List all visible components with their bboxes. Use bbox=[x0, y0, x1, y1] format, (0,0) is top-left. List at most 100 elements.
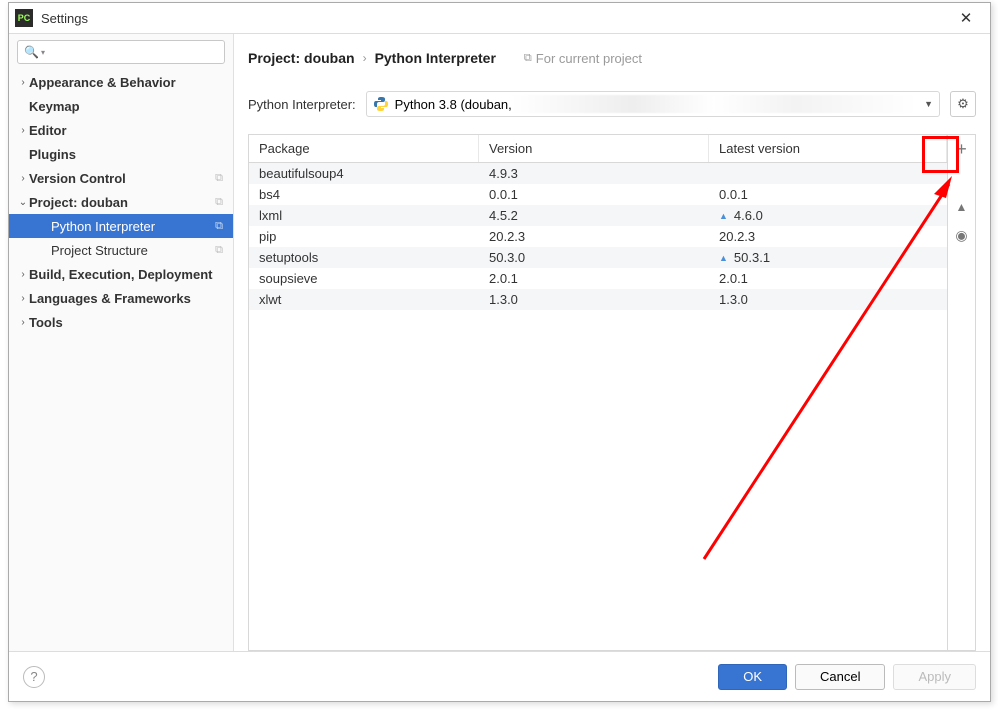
chevron-right-icon: › bbox=[363, 51, 367, 65]
dialog-title: Settings bbox=[41, 11, 948, 26]
table-row[interactable]: lxml4.5.2▲4.6.0 bbox=[249, 205, 947, 226]
chevron-right-icon: › bbox=[17, 317, 29, 328]
chevron-right-icon: › bbox=[17, 77, 29, 88]
breadcrumb: Project: douban › Python Interpreter ⧉ F… bbox=[248, 44, 976, 72]
help-button[interactable]: ? bbox=[23, 666, 45, 688]
project-scope-icon: ⧉ bbox=[215, 172, 223, 185]
cell-version: 2.0.1 bbox=[479, 271, 709, 286]
table-row[interactable]: soupsieve2.0.12.0.1 bbox=[249, 268, 947, 289]
tree-item-label: Plugins bbox=[29, 147, 233, 162]
tree-item-label: Project Structure bbox=[51, 243, 215, 258]
content-area: 🔍 ▾ ›Appearance & BehaviorKeymap›EditorP… bbox=[9, 33, 990, 651]
upgrade-available-icon: ▲ bbox=[719, 253, 728, 263]
upgrade-button[interactable]: ▲ bbox=[948, 193, 975, 221]
col-version[interactable]: Version bbox=[479, 135, 709, 162]
breadcrumb-page: Python Interpreter bbox=[375, 50, 496, 66]
cell-version: 1.3.0 bbox=[479, 292, 709, 307]
tree-item-keymap[interactable]: Keymap bbox=[9, 94, 233, 118]
interpreter-path-blurred bbox=[512, 95, 916, 113]
titlebar: PC Settings ✕ bbox=[9, 3, 990, 33]
scope-tag: ⧉ For current project bbox=[524, 51, 642, 66]
tree-item-label: Project: douban bbox=[29, 195, 215, 210]
chevron-right-icon: › bbox=[17, 293, 29, 304]
table-body: beautifulsoup44.9.3bs40.0.10.0.1lxml4.5.… bbox=[249, 163, 947, 650]
cell-version: 50.3.0 bbox=[479, 250, 709, 265]
cell-package: pip bbox=[249, 229, 479, 244]
tree-item-label: Python Interpreter bbox=[51, 219, 215, 234]
interpreter-settings-button[interactable]: ⚙ bbox=[950, 91, 976, 117]
cell-package: soupsieve bbox=[249, 271, 479, 286]
table-row[interactable]: pip20.2.320.2.3 bbox=[249, 226, 947, 247]
chevron-right-icon: › bbox=[17, 269, 29, 280]
tree-item-label: Tools bbox=[29, 315, 233, 330]
tree-item-appearance-behavior[interactable]: ›Appearance & Behavior bbox=[9, 70, 233, 94]
cancel-button[interactable]: Cancel bbox=[795, 664, 885, 690]
packages-table: Package Version Latest version beautiful… bbox=[249, 135, 947, 650]
gear-icon: ⚙ bbox=[957, 96, 969, 112]
tree-item-tools[interactable]: ›Tools bbox=[9, 310, 233, 334]
chevron-right-icon: › bbox=[17, 173, 29, 184]
cell-package: lxml bbox=[249, 208, 479, 223]
cell-version: 4.5.2 bbox=[479, 208, 709, 223]
col-package[interactable]: Package bbox=[249, 135, 479, 162]
tree-item-languages-frameworks[interactable]: ›Languages & Frameworks bbox=[9, 286, 233, 310]
upgrade-available-icon: ▲ bbox=[719, 211, 728, 221]
breadcrumb-project: Project: douban bbox=[248, 50, 355, 66]
cell-latest: 2.0.1 bbox=[709, 271, 947, 286]
chevron-down-icon: ⌄ bbox=[17, 197, 29, 208]
table-row[interactable]: beautifulsoup44.9.3 bbox=[249, 163, 947, 184]
tree-item-project-douban[interactable]: ⌄Project: douban⧉ bbox=[9, 190, 233, 214]
settings-tree: ›Appearance & BehaviorKeymap›EditorPlugi… bbox=[9, 70, 233, 651]
table-row[interactable]: bs40.0.10.0.1 bbox=[249, 184, 947, 205]
cell-latest: ▲50.3.1 bbox=[709, 250, 947, 265]
pycharm-icon: PC bbox=[15, 9, 33, 27]
tree-item-label: Appearance & Behavior bbox=[29, 75, 233, 90]
tree-item-label: Version Control bbox=[29, 171, 215, 186]
tree-item-version-control[interactable]: ›Version Control⧉ bbox=[9, 166, 233, 190]
project-scope-icon: ⧉ bbox=[215, 244, 223, 257]
tree-item-build-execution-deployment[interactable]: ›Build, Execution, Deployment bbox=[9, 262, 233, 286]
tree-item-project-structure[interactable]: Project Structure⧉ bbox=[9, 238, 233, 262]
cell-latest: ▲4.6.0 bbox=[709, 208, 947, 223]
dialog-footer: ? OK Cancel Apply bbox=[9, 651, 990, 701]
cell-package: bs4 bbox=[249, 187, 479, 202]
cell-version: 4.9.3 bbox=[479, 166, 709, 181]
interpreter-dropdown[interactable]: Python 3.8 (douban, ▼ bbox=[366, 91, 940, 117]
chevron-down-icon: ▼ bbox=[916, 99, 933, 109]
close-icon[interactable]: ✕ bbox=[948, 9, 984, 27]
settings-dialog: PC Settings ✕ 🔍 ▾ ›Appearance & Behavior… bbox=[8, 2, 991, 702]
settings-search-input[interactable]: 🔍 ▾ bbox=[17, 40, 225, 64]
table-row[interactable]: setuptools50.3.0▲50.3.1 bbox=[249, 247, 947, 268]
interpreter-label: Python Interpreter: bbox=[248, 97, 356, 112]
tree-item-plugins[interactable]: Plugins bbox=[9, 142, 233, 166]
cell-latest: 0.0.1 bbox=[709, 187, 947, 202]
ok-button[interactable]: OK bbox=[718, 664, 787, 690]
chevron-right-icon: › bbox=[17, 125, 29, 136]
tree-item-label: Languages & Frameworks bbox=[29, 291, 233, 306]
add-package-button[interactable]: + bbox=[948, 135, 975, 163]
cell-latest: 20.2.3 bbox=[709, 229, 947, 244]
project-scope-icon: ⧉ bbox=[215, 220, 223, 233]
cell-latest: 1.3.0 bbox=[709, 292, 947, 307]
sidebar: 🔍 ▾ ›Appearance & BehaviorKeymap›EditorP… bbox=[9, 34, 234, 651]
tree-item-editor[interactable]: ›Editor bbox=[9, 118, 233, 142]
cell-package: beautifulsoup4 bbox=[249, 166, 479, 181]
table-header: Package Version Latest version bbox=[249, 135, 947, 163]
package-tools: + ▲ ◉ bbox=[947, 135, 975, 650]
table-row[interactable]: xlwt1.3.01.3.0 bbox=[249, 289, 947, 310]
copy-icon: ⧉ bbox=[524, 52, 532, 65]
apply-button: Apply bbox=[893, 664, 976, 690]
project-scope-icon: ⧉ bbox=[215, 196, 223, 209]
cell-package: xlwt bbox=[249, 292, 479, 307]
interpreter-value: Python 3.8 (douban, bbox=[395, 97, 512, 112]
tree-item-python-interpreter[interactable]: Python Interpreter⧉ bbox=[9, 214, 233, 238]
tree-item-label: Build, Execution, Deployment bbox=[29, 267, 233, 282]
search-icon: 🔍 bbox=[24, 45, 39, 59]
packages-table-wrapper: Package Version Latest version beautiful… bbox=[248, 134, 976, 651]
tree-item-label: Keymap bbox=[29, 99, 233, 114]
show-early-releases-button[interactable]: ◉ bbox=[948, 221, 975, 249]
col-latest[interactable]: Latest version bbox=[709, 135, 947, 162]
cell-version: 20.2.3 bbox=[479, 229, 709, 244]
interpreter-row: Python Interpreter: Python 3.8 (douban, … bbox=[248, 86, 976, 122]
tree-item-label: Editor bbox=[29, 123, 233, 138]
